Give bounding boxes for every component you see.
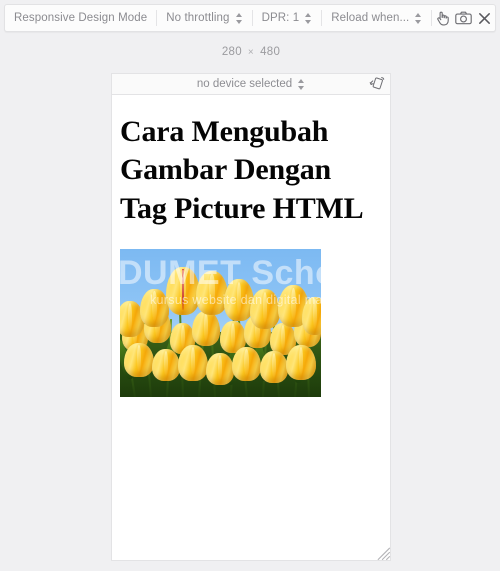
responsive-design-mode-label: Responsive Design Mode bbox=[5, 5, 156, 31]
reload-conditions-dropdown[interactable]: Reload when... bbox=[322, 5, 431, 31]
rotate-viewport-icon bbox=[369, 76, 385, 94]
throttling-dropdown[interactable]: No throttling bbox=[157, 5, 251, 31]
dpr-dropdown[interactable]: DPR: 1 bbox=[253, 5, 322, 31]
updown-spinner-icon bbox=[305, 12, 312, 25]
touch-hand-icon bbox=[435, 10, 450, 26]
updown-spinner-icon bbox=[235, 12, 243, 25]
device-selector-label: no device selected bbox=[196, 78, 293, 90]
responsive-design-mode-toolbar: Responsive Design Mode No throttling DPR… bbox=[4, 4, 496, 32]
article-image: DUMET School kursus website dan digital … bbox=[120, 249, 321, 398]
toolbar-divider bbox=[431, 10, 433, 26]
viewport-size-readout: 280 × 480 bbox=[111, 46, 391, 58]
responsive-viewport-frame: Cara Mengubah Gambar Dengan Tag Picture … bbox=[111, 94, 391, 561]
device-selector-dropdown[interactable]: no device selected bbox=[197, 78, 305, 91]
updown-spinner-icon bbox=[415, 12, 422, 25]
screenshot-button[interactable] bbox=[454, 5, 473, 31]
camera-icon bbox=[455, 11, 472, 25]
close-rdm-button[interactable] bbox=[475, 5, 494, 31]
responsive-design-mode-text: Responsive Design Mode bbox=[14, 12, 148, 24]
close-icon bbox=[478, 12, 491, 25]
page-title: Cara Mengubah Gambar Dengan Tag Picture … bbox=[120, 115, 364, 225]
device-selector-bar: no device selected bbox=[111, 73, 391, 94]
viewport-resize-grip[interactable] bbox=[376, 546, 391, 561]
rotate-viewport-button[interactable] bbox=[368, 76, 386, 93]
viewport-height-value[interactable]: 480 bbox=[260, 46, 280, 58]
resize-grip-icon bbox=[376, 547, 391, 565]
reload-conditions-label: Reload when... bbox=[331, 12, 410, 24]
throttling-label: No throttling bbox=[166, 12, 230, 24]
dimension-separator: × bbox=[247, 47, 255, 58]
dpr-label: DPR: 1 bbox=[261, 12, 300, 24]
viewport-width-value[interactable]: 280 bbox=[222, 46, 242, 58]
touch-simulation-button[interactable] bbox=[433, 5, 452, 31]
updown-spinner-icon bbox=[298, 78, 305, 91]
